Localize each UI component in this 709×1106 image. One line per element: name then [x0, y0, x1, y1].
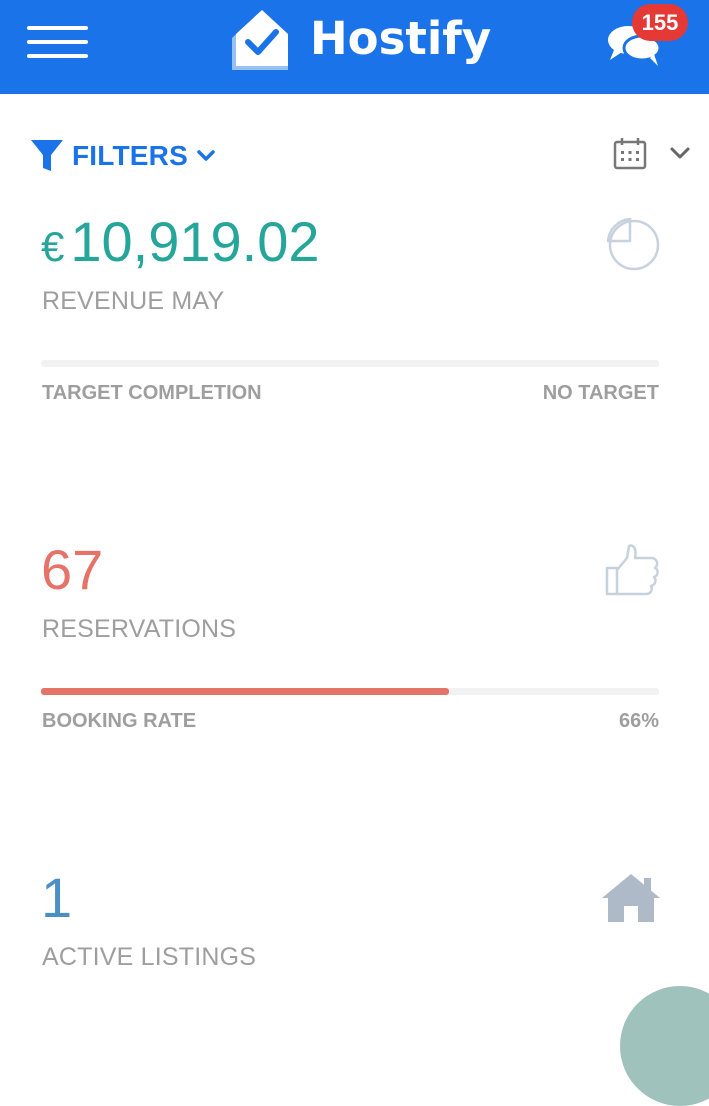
- target-completion-value: NO TARGET: [542, 382, 659, 404]
- booking-rate-label: BOOKING RATE: [42, 710, 197, 732]
- chevron-down-icon: [197, 150, 215, 161]
- target-completion-label: TARGET COMPLETION: [42, 382, 262, 404]
- home-icon: [602, 874, 660, 922]
- thumbs-up-icon: [605, 544, 659, 596]
- revenue-label: REVENUE MAY: [42, 287, 225, 315]
- active-listings-label: ACTIVE LISTINGS: [42, 943, 257, 971]
- floating-action-button[interactable]: [620, 986, 709, 1106]
- filters-button[interactable]: FILTERS: [30, 136, 216, 176]
- booking-rate-bar: [41, 688, 659, 695]
- filters-label: FILTERS: [72, 140, 188, 171]
- revenue-value: 10,919.02: [70, 210, 320, 273]
- hamburger-menu-icon[interactable]: [27, 24, 89, 60]
- active-listings-count: 1: [41, 866, 73, 929]
- funnel-icon: [31, 140, 63, 171]
- chevron-down-icon[interactable]: [668, 142, 692, 164]
- booking-rate-fill: [41, 688, 449, 695]
- app-header: Hostify 155: [0, 0, 709, 94]
- revenue-amount: €10,919.02: [41, 210, 320, 279]
- booking-rate-value: 66%: [618, 710, 659, 732]
- target-completion-bar: [41, 360, 659, 367]
- currency-symbol: €: [41, 223, 65, 270]
- house-check-icon: [232, 10, 288, 70]
- calendar-icon[interactable]: [612, 136, 648, 170]
- reservations-count: 67: [41, 538, 104, 601]
- brand-name: Hostify: [310, 12, 492, 65]
- pie-chart-icon: [606, 217, 660, 271]
- notification-badge[interactable]: 155: [632, 4, 688, 41]
- reservations-label: RESERVATIONS: [42, 615, 237, 643]
